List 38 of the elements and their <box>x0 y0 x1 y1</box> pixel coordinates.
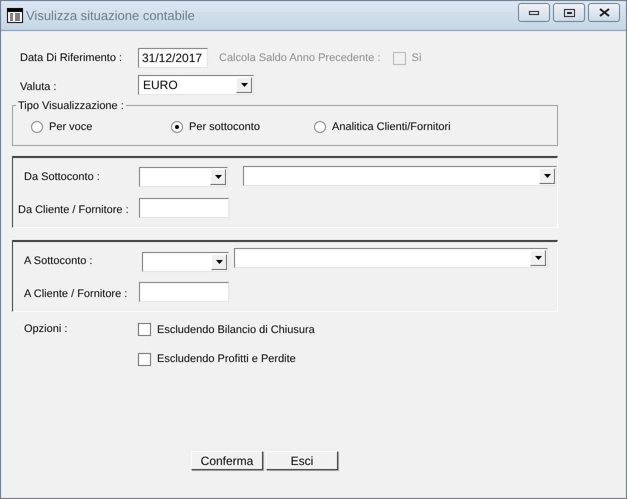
currency-combo[interactable]: EURO <box>138 75 254 96</box>
account-code-combo[interactable] <box>142 252 229 272</box>
dialog-button[interactable]: Conferma <box>191 451 263 470</box>
close-icon <box>598 8 610 17</box>
dialog-button[interactable]: Esci <box>266 451 338 470</box>
window-title: Visulizza situazione contabile <box>26 6 195 25</box>
radio-label: Per sottoconto <box>189 120 260 135</box>
field-label: Calcola Saldo Anno Precedente : <box>219 50 380 66</box>
account-code-combo[interactable] <box>139 166 228 186</box>
radio-button[interactable] <box>171 121 183 134</box>
date-field[interactable]: 31/12/2017 <box>138 48 208 68</box>
field-label: Valuta : <box>20 80 58 95</box>
field-label: A Cliente / Fornitore : <box>24 286 128 302</box>
field-label: A Sottoconto : <box>24 254 92 268</box>
radio-button[interactable] <box>314 121 326 134</box>
account-name-combo[interactable] <box>243 166 557 186</box>
radio-button[interactable] <box>31 121 43 134</box>
checkbox-label: Escludendo Bilancio di Chiusura <box>157 322 315 338</box>
field-label: Opzioni : <box>24 322 68 336</box>
maximize-button[interactable] <box>553 3 585 22</box>
checkbox-label: Escludendo Profitti e Perdite <box>157 352 296 367</box>
close-button[interactable] <box>588 3 620 22</box>
minimize-button[interactable] <box>518 3 550 22</box>
radio-label: Per voce <box>49 120 92 135</box>
checkbox-label: Sì <box>411 50 422 66</box>
field-label: Da Sottoconto : <box>24 170 100 184</box>
window-form-icon <box>7 8 23 23</box>
maximize-icon <box>564 8 574 16</box>
minimize-icon <box>529 10 539 14</box>
customer-field[interactable] <box>139 282 229 302</box>
account-name-combo[interactable] <box>234 248 548 268</box>
field-label: Da Cliente / Fornitore : <box>18 202 129 218</box>
customer-field[interactable] <box>139 198 229 218</box>
field-label: Data Di Riferimento : <box>20 50 124 66</box>
group-legend: Tipo Visualizzazione : <box>16 98 126 114</box>
radio-label: Analitica Clienti/Fornitori <box>332 120 451 135</box>
checkbox[interactable] <box>138 323 151 336</box>
checkbox[interactable] <box>138 352 151 366</box>
